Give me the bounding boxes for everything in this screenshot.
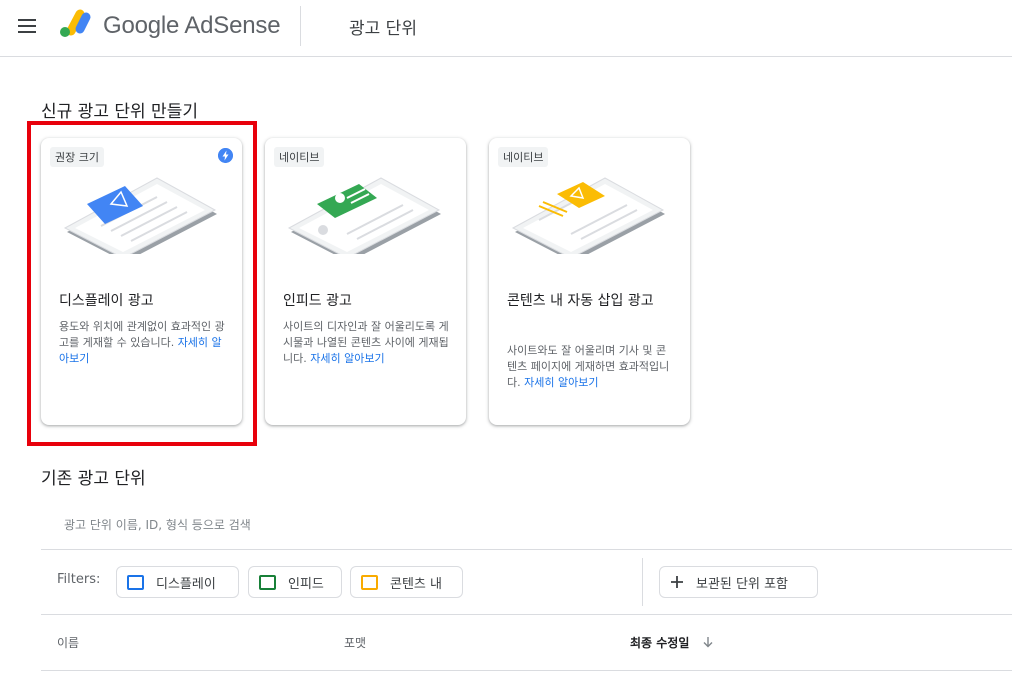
card-title: 인피드 광고 bbox=[283, 293, 352, 309]
display-ad-card[interactable]: 권장 크기 디스플레이 광고 용도와 위치에 관계없이 효과적인 광고를 게재할… bbox=[41, 138, 242, 425]
arrow-down-icon bbox=[703, 637, 713, 648]
existing-section-title: 기존 광고 단위 bbox=[41, 469, 146, 489]
filter-chip-label: 인피드 bbox=[288, 576, 324, 592]
display-ad-illustration bbox=[63, 177, 217, 254]
learn-more-link[interactable]: 자세히 알아보기 bbox=[310, 352, 384, 365]
card-tag: 네이티브 bbox=[274, 147, 325, 167]
filter-chip-label: 디스플레이 bbox=[156, 576, 216, 592]
column-header-format[interactable]: 포맷 bbox=[344, 634, 366, 651]
in-feed-format-icon bbox=[259, 574, 276, 590]
column-header-last-modified[interactable]: 최종 수정일 bbox=[630, 634, 714, 651]
card-description: 용도와 위치에 관계없이 효과적인 광고를 게재할 수 있습니다. 자세히 알아… bbox=[59, 319, 227, 367]
page-title: 광고 단위 bbox=[349, 19, 417, 39]
bolt-icon bbox=[218, 148, 233, 163]
filter-chip-display[interactable]: 디스플레이 bbox=[116, 566, 239, 598]
adsense-logo-icon bbox=[60, 9, 91, 37]
card-title: 콘텐츠 내 자동 삽입 광고 bbox=[507, 293, 654, 309]
in-article-ad-illustration bbox=[511, 177, 665, 254]
column-header-name[interactable]: 이름 bbox=[57, 634, 79, 651]
in-feed-ad-card[interactable]: 네이티브 인피드 광고 사이트의 디자인과 잘 어울리도록 게시물과 나열된 콘… bbox=[265, 138, 466, 425]
add-icon bbox=[671, 576, 683, 588]
brand-name: Google AdSense bbox=[103, 12, 281, 39]
menu-icon[interactable] bbox=[14, 14, 40, 40]
card-description: 사이트의 디자인과 잘 어울리도록 게시물과 나열된 콘텐츠 사이에 게재됩니다… bbox=[283, 319, 451, 367]
search-input[interactable] bbox=[64, 513, 564, 537]
header-divider bbox=[300, 6, 301, 46]
filter-chip-label: 콘텐츠 내 bbox=[390, 576, 442, 592]
card-title: 디스플레이 광고 bbox=[59, 293, 154, 309]
card-description: 사이트와도 잘 어울리며 기사 및 콘텐츠 페이지에 게재하면 효과적입니다. … bbox=[507, 343, 675, 391]
divider bbox=[41, 670, 1012, 671]
card-tag: 권장 크기 bbox=[50, 147, 104, 167]
in-article-ad-card[interactable]: 네이티브 콘텐츠 내 자동 삽입 광고 사이트와도 잘 어울리며 기사 및 콘텐… bbox=[489, 138, 690, 425]
create-section-title: 신규 광고 단위 만들기 bbox=[41, 102, 198, 122]
in-article-format-icon bbox=[361, 574, 378, 590]
include-archived-label: 보관된 단위 포함 bbox=[696, 576, 788, 592]
top-app-bar: Google AdSense 광고 단위 bbox=[0, 0, 1012, 57]
filter-divider bbox=[642, 558, 643, 606]
filter-chip-in-article[interactable]: 콘텐츠 내 bbox=[350, 566, 463, 598]
divider bbox=[41, 549, 1012, 550]
include-archived-button[interactable]: 보관된 단위 포함 bbox=[659, 566, 818, 598]
display-format-icon bbox=[127, 574, 144, 590]
filters-label: Filters: bbox=[57, 572, 101, 587]
card-tag: 네이티브 bbox=[498, 147, 549, 167]
column-header-label: 최종 수정일 bbox=[630, 636, 690, 650]
learn-more-link[interactable]: 자세히 알아보기 bbox=[524, 376, 598, 389]
divider bbox=[41, 614, 1012, 615]
filter-chip-in-feed[interactable]: 인피드 bbox=[248, 566, 342, 598]
in-feed-ad-illustration bbox=[287, 177, 441, 254]
